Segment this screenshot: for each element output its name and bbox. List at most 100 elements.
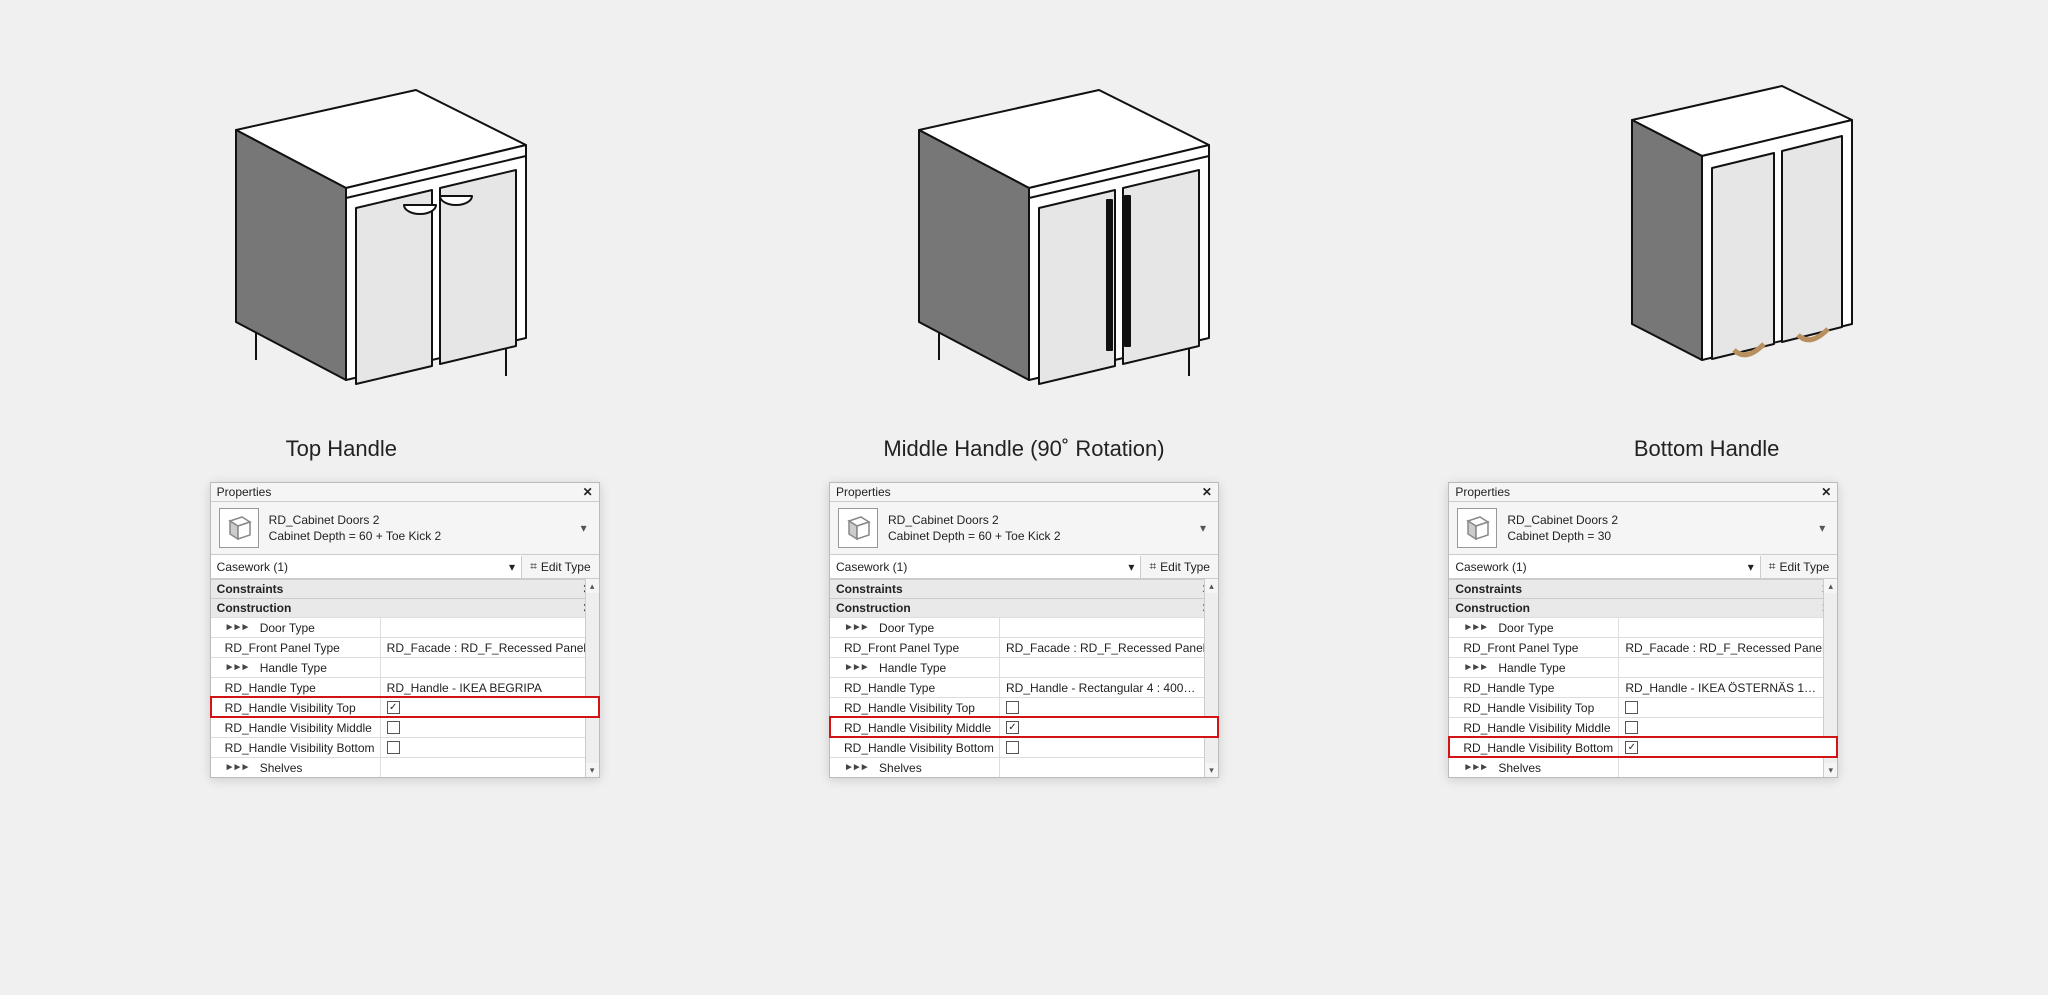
edit-type-button[interactable]: ⌗ Edit Type xyxy=(1761,555,1838,578)
checkbox[interactable] xyxy=(387,721,400,734)
checkbox[interactable] xyxy=(1006,701,1019,714)
checkbox[interactable]: ✓ xyxy=(1625,741,1638,754)
param-label: Handle Type xyxy=(260,661,327,675)
row-handle-type[interactable]: ►►► Handle Type xyxy=(830,657,1218,677)
row-visibility-middle[interactable]: RD_Handle Visibility Middle ✓ xyxy=(830,717,1218,737)
row-handle-type[interactable]: ►►► Handle Type xyxy=(1449,657,1837,677)
shelves-label: Shelves xyxy=(1498,761,1541,775)
type-sub: Cabinet Depth = 60 + Toe Kick 2 xyxy=(888,528,1186,544)
param-label: RD_Handle Visibility Middle xyxy=(225,721,372,735)
param-label: Door Type xyxy=(260,621,315,635)
row-visibility-top[interactable]: RD_Handle Visibility Top xyxy=(830,697,1218,717)
section-construction[interactable]: Construction ✕ xyxy=(830,598,1218,617)
row-visibility-bottom[interactable]: RD_Handle Visibility Bottom xyxy=(211,737,599,757)
shelves-label: Shelves xyxy=(879,761,922,775)
checkbox[interactable] xyxy=(1625,701,1638,714)
row-shelves[interactable]: ►►► Shelves xyxy=(211,757,599,777)
edit-type-button[interactable]: ⌗ Edit Type xyxy=(522,555,599,578)
param-label: RD_Handle Visibility Bottom xyxy=(844,741,994,755)
category-filter[interactable]: Casework (1) ▾ xyxy=(830,556,1141,578)
row-visibility-top[interactable]: RD_Handle Visibility Top ✓ xyxy=(211,697,599,717)
checkbox[interactable]: ✓ xyxy=(387,701,400,714)
checkbox[interactable]: ✓ xyxy=(1006,721,1019,734)
param-label: RD_Front Panel Type xyxy=(844,641,959,655)
section-constraints[interactable]: Constraints ✕ xyxy=(830,579,1218,598)
section-constraints[interactable]: Constraints ✕ xyxy=(211,579,599,598)
scroll-up-icon[interactable]: ▴ xyxy=(1824,579,1837,593)
section-construction[interactable]: Construction ✕ xyxy=(211,598,599,617)
expand-icon: ►►► xyxy=(844,762,868,773)
param-label: RD_Front Panel Type xyxy=(1463,641,1578,655)
type-selector[interactable]: RD_Cabinet Doors 2 Cabinet Depth = 30 ▾ xyxy=(1449,502,1837,554)
param-value[interactable]: RD_Handle - IKEA BEGRIPA xyxy=(381,678,599,697)
scrollbar[interactable]: ▴ ▾ xyxy=(1204,579,1218,777)
type-thumbnail-icon xyxy=(838,508,878,548)
caption-middle: Middle Handle (90˚ Rotation) xyxy=(683,436,1366,462)
type-selector[interactable]: RD_Cabinet Doors 2 Cabinet Depth = 60 + … xyxy=(211,502,599,554)
type-name: RD_Cabinet Doors 2 xyxy=(269,512,567,528)
row-handle-type[interactable]: ►►► Handle Type xyxy=(211,657,599,677)
row-door-type[interactable]: ►►► Door Type xyxy=(1449,617,1837,637)
chevron-down-icon[interactable]: ▾ xyxy=(1196,521,1210,535)
param-label: RD_Front Panel Type xyxy=(225,641,340,655)
row-door-type[interactable]: ►►► Door Type xyxy=(211,617,599,637)
row-door-type[interactable]: ►►► Door Type xyxy=(830,617,1218,637)
param-label: RD_Handle Visibility Top xyxy=(225,701,356,715)
row-shelves[interactable]: ►►► Shelves xyxy=(1449,757,1837,777)
row-front-panel[interactable]: RD_Front Panel Type RD_Facade : RD_F_Rec… xyxy=(1449,637,1837,657)
param-label: RD_Handle Visibility Bottom xyxy=(1463,741,1613,755)
panel-title-text: Properties xyxy=(836,485,891,499)
row-front-panel[interactable]: RD_Front Panel Type RD_Facade : RD_F_Rec… xyxy=(830,637,1218,657)
param-value[interactable]: RD_Handle - Rectangular 4 : 400… xyxy=(1000,678,1218,697)
chevron-down-icon[interactable]: ▾ xyxy=(577,521,591,535)
param-label: RD_Handle Type xyxy=(844,681,935,695)
edit-type-label: Edit Type xyxy=(1780,560,1830,574)
type-selector[interactable]: RD_Cabinet Doors 2 Cabinet Depth = 60 + … xyxy=(830,502,1218,554)
param-label: RD_Handle Type xyxy=(225,681,316,695)
scroll-down-icon[interactable]: ▾ xyxy=(1824,763,1837,777)
section-constraints[interactable]: Constraints ✕ xyxy=(1449,579,1837,598)
expand-icon: ►►► xyxy=(1463,762,1487,773)
row-visibility-bottom[interactable]: RD_Handle Visibility Bottom xyxy=(830,737,1218,757)
scroll-down-icon[interactable]: ▾ xyxy=(1205,763,1218,777)
checkbox[interactable] xyxy=(1006,741,1019,754)
scrollbar[interactable]: ▴ ▾ xyxy=(585,579,599,777)
param-label: Door Type xyxy=(879,621,934,635)
type-name: RD_Cabinet Doors 2 xyxy=(1507,512,1805,528)
row-shelves[interactable]: ►►► Shelves xyxy=(830,757,1218,777)
row-visibility-bottom[interactable]: RD_Handle Visibility Bottom ✓ xyxy=(1449,737,1837,757)
scroll-up-icon[interactable]: ▴ xyxy=(1205,579,1218,593)
param-label: RD_Handle Visibility Middle xyxy=(844,721,991,735)
expand-icon: ►►► xyxy=(225,762,249,773)
section-construction[interactable]: Construction ✕ xyxy=(1449,598,1837,617)
close-icon[interactable]: ✕ xyxy=(1821,485,1831,499)
cabinet-middle-handle xyxy=(809,60,1239,420)
chevron-down-icon: ▾ xyxy=(509,560,515,574)
checkbox[interactable] xyxy=(1625,721,1638,734)
row-visibility-middle[interactable]: RD_Handle Visibility Middle xyxy=(211,717,599,737)
panel-titlebar: Properties ✕ xyxy=(1449,483,1837,502)
row-visibility-top[interactable]: RD_Handle Visibility Top xyxy=(1449,697,1837,717)
scroll-down-icon[interactable]: ▾ xyxy=(586,763,599,777)
edit-type-button[interactable]: ⌗ Edit Type xyxy=(1141,555,1218,578)
type-sub: Cabinet Depth = 60 + Toe Kick 2 xyxy=(269,528,567,544)
row-handle-casework[interactable]: RD_Handle Type RD_Handle - IKEA ÖSTERNÄS… xyxy=(1449,677,1837,697)
type-thumbnail-icon xyxy=(1457,508,1497,548)
scroll-up-icon[interactable]: ▴ xyxy=(586,579,599,593)
close-icon[interactable]: ✕ xyxy=(1202,485,1212,499)
close-icon[interactable]: ✕ xyxy=(583,485,593,499)
row-handle-casework[interactable]: RD_Handle Type RD_Handle - IKEA BEGRIPA xyxy=(211,677,599,697)
shelves-label: Shelves xyxy=(260,761,303,775)
param-value[interactable]: RD_Facade : RD_F_Recessed Panel xyxy=(381,638,599,657)
param-value[interactable]: RD_Facade : RD_F_Recessed Panel xyxy=(1619,638,1837,657)
category-filter[interactable]: Casework (1) ▾ xyxy=(1449,556,1760,578)
checkbox[interactable] xyxy=(387,741,400,754)
category-filter[interactable]: Casework (1) ▾ xyxy=(211,556,522,578)
panels-row: Properties ✕ RD_Cabinet Doors 2 Cabinet … xyxy=(0,482,2048,778)
row-front-panel[interactable]: RD_Front Panel Type RD_Facade : RD_F_Rec… xyxy=(211,637,599,657)
chevron-down-icon[interactable]: ▾ xyxy=(1815,521,1829,535)
param-value[interactable]: RD_Handle - IKEA ÖSTERNÄS 1… xyxy=(1619,678,1837,697)
row-handle-casework[interactable]: RD_Handle Type RD_Handle - Rectangular 4… xyxy=(830,677,1218,697)
row-visibility-middle[interactable]: RD_Handle Visibility Middle xyxy=(1449,717,1837,737)
param-value[interactable]: RD_Facade : RD_F_Recessed Panel xyxy=(1000,638,1218,657)
